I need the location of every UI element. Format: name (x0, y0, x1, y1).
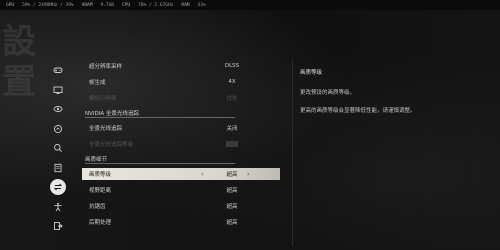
setting-value: 优先 (226, 96, 238, 102)
ram-stats: 43% (197, 2, 206, 8)
setting-label: 视野距离 (89, 188, 112, 194)
section-title: NVIDIA 全景光线追踪 (85, 111, 139, 117)
search-icon (54, 144, 62, 152)
setting-value: 关闭 (226, 126, 238, 132)
section-header-quality: 画质细节 (82, 152, 280, 166)
settings-category-nav (48, 62, 68, 238)
performance-overlay: GPU 59% / 2490MHz / 39% VRAM 9.7GB CPU 7… (0, 0, 500, 10)
panel-divider (292, 60, 293, 246)
nav-item-accessibility[interactable] (50, 199, 66, 215)
setting-value: DLSS (224, 63, 240, 69)
chevron-left-icon[interactable]: ‹ (201, 171, 203, 178)
nav-item-gamepad[interactable] (50, 62, 66, 78)
setting-value: 超高 (226, 188, 238, 194)
description-title: 画质等级 (300, 70, 323, 76)
setting-value: 超高 (226, 204, 238, 210)
vram-tag: VRAM (81, 2, 93, 8)
swap-icon (53, 183, 63, 191)
setting-row-ray-tracing-level: 全景光线追踪等级 (82, 136, 280, 152)
setting-value: 超高 (226, 220, 238, 226)
nav-item-search[interactable] (50, 140, 66, 156)
section-header-rtx: NVIDIA 全景光线追踪 (82, 106, 280, 120)
disabled-value-box (226, 141, 238, 147)
document-icon (54, 163, 62, 172)
setting-description-panel: 画质等级 更改预设的画质等级。 更高的画质等级会显著降低性能，请谨慎调整。 (300, 68, 480, 124)
setting-row-upscaling[interactable]: 超分辨率采样 DLSS (82, 58, 280, 74)
setting-label: 模拟分辨率 (89, 96, 117, 102)
setting-label: 全景光线追踪 (89, 126, 123, 132)
chevron-right-icon[interactable]: › (247, 171, 249, 178)
setting-value: 4X (228, 79, 236, 85)
audio-icon (53, 124, 63, 133)
setting-label: 全景光线追踪等级 (89, 142, 134, 148)
nav-item-display[interactable] (50, 82, 66, 98)
section-title: 画质细节 (85, 157, 108, 163)
gpu-tag: GPU (6, 2, 15, 8)
setting-label: 抗锯齿 (89, 204, 106, 210)
description-warning: 更高的画质等级会显著降低性能，请谨慎调整。 (300, 108, 416, 114)
setting-row-quality-level[interactable]: 画质等级 ‹ 超高 › (82, 168, 280, 180)
setting-row-post-processing[interactable]: 后期处理 超高 (82, 214, 280, 230)
section-divider (85, 163, 235, 164)
eye-icon (53, 106, 63, 112)
cpu-stats: 70% / 2.67GHz (138, 2, 174, 8)
setting-label: 后期处理 (89, 220, 112, 226)
setting-label: 帧生成 (89, 80, 106, 86)
setting-row-frame-generation[interactable]: 帧生成 4X (82, 74, 280, 90)
background-calligraphy: 設 置 (2, 22, 36, 102)
setting-label: 超分辨率采样 (89, 64, 123, 70)
nav-item-document[interactable] (50, 160, 66, 176)
section-divider (85, 117, 235, 118)
vram-stats: 9.7GB (100, 2, 115, 8)
display-icon (53, 86, 63, 94)
setting-label: 画质等级 (89, 172, 112, 178)
setting-row-anti-aliasing[interactable]: 抗锯齿 超高 (82, 198, 280, 214)
setting-value: 超高 (226, 172, 238, 178)
exit-icon (54, 222, 63, 230)
nav-item-graphics[interactable] (50, 101, 66, 117)
nav-item-audio[interactable] (50, 121, 66, 137)
nav-item-advanced-graphics[interactable] (50, 179, 66, 195)
setting-row-render-resolution: 模拟分辨率 优先 (82, 90, 280, 106)
cpu-tag: CPU (122, 2, 131, 8)
description-line: 更改预设的画质等级。 (300, 90, 356, 96)
gamepad-icon (53, 67, 63, 73)
figure-icon (54, 202, 62, 211)
gpu-stats: 59% / 2490MHz / 39% (22, 2, 74, 8)
setting-row-view-distance[interactable]: 视野距离 超高 (82, 182, 280, 198)
nav-item-exit[interactable] (50, 218, 66, 234)
setting-row-full-ray-tracing[interactable]: 全景光线追踪 关闭 (82, 120, 280, 136)
settings-list: 超分辨率采样 DLSS 帧生成 4X 模拟分辨率 优先 NVIDIA 全景光线追… (82, 58, 280, 230)
ram-tag: RAM (181, 2, 190, 8)
